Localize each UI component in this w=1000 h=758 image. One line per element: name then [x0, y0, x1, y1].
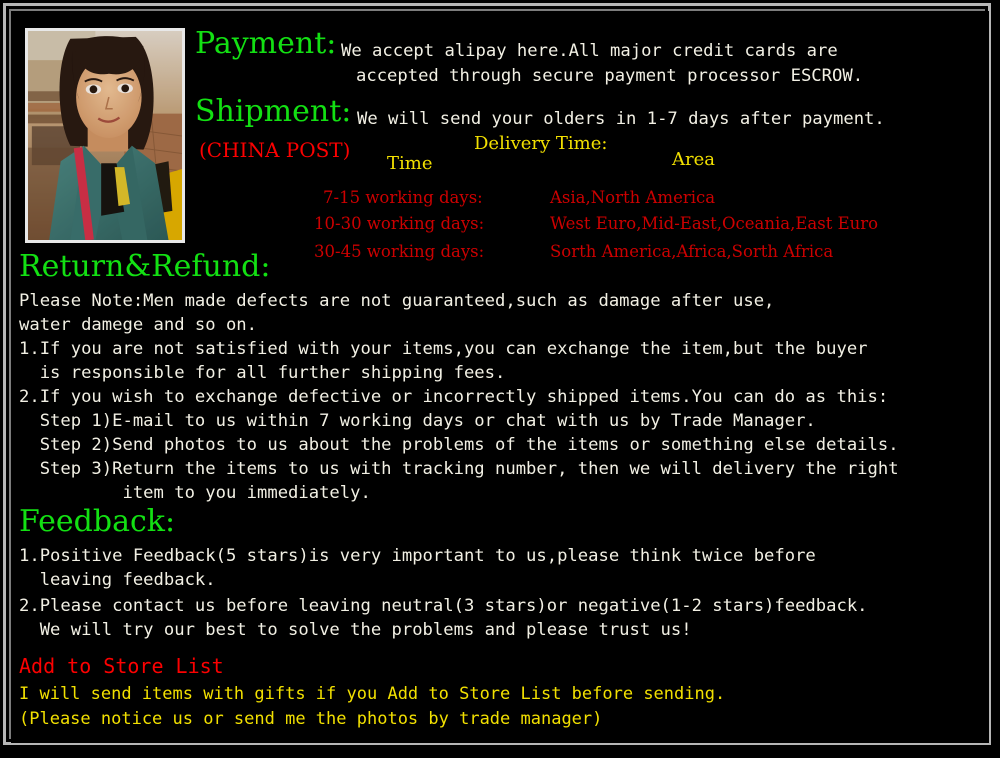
return-step-2: Step 2)Send photos to us about the probl…	[19, 435, 899, 455]
feedback-item-2-line-1: 2.Please contact us before leaving neutr…	[19, 596, 868, 616]
shipment-line-1: We will send your olders in 1-7 days aft…	[357, 109, 885, 129]
return-step-3: Step 3)Return the items to us with track…	[19, 459, 899, 479]
payment-heading: Payment:	[195, 26, 337, 61]
store-list-heading: Add to Store List	[19, 654, 224, 678]
feedback-heading: Feedback:	[19, 504, 176, 539]
promo-banner-page: Payment: We accept alipay here.All major…	[0, 0, 1000, 758]
return-note-line-2: water damege and so on.	[19, 315, 257, 335]
feedback-item-1-line-1: 1.Positive Feedback(5 stars)is very impo…	[19, 546, 816, 566]
store-list-line-2: (Please notice us or send me the photos …	[19, 709, 603, 729]
seller-photo-image	[28, 31, 182, 240]
return-refund-heading: Return&Refund:	[19, 249, 271, 284]
payment-line-2: accepted through secure payment processo…	[356, 66, 864, 86]
shipment-carrier: (CHINA POST)	[199, 138, 351, 162]
return-item-1-line-1: 1.If you are not satisfied with your ite…	[19, 339, 868, 359]
return-note-line-1: Please Note:Men made defects are not gua…	[19, 291, 775, 311]
payment-line-1: We accept alipay here.All major credit c…	[341, 41, 838, 61]
seller-photo	[25, 28, 185, 243]
return-item-1-line-2: is responsible for all further shipping …	[19, 363, 506, 383]
delivery-row-2-time: 10-30 working days:	[314, 214, 485, 233]
feedback-item-2-line-2: We will try our best to solve the proble…	[19, 620, 692, 640]
delivery-col-area: Area	[672, 149, 715, 170]
delivery-row-3-area: Sorth America,Africa,Sorth Africa	[550, 242, 834, 261]
delivery-title: Delivery Time:	[474, 133, 608, 154]
delivery-col-time: Time	[387, 153, 433, 174]
shipment-heading: Shipment:	[195, 94, 352, 129]
delivery-row-2-area: West Euro,Mid-East,Oceania,East Euro	[550, 214, 879, 233]
delivery-row-1-time: 7-15 working days:	[323, 188, 483, 207]
content-area: Payment: We accept alipay here.All major…	[11, 11, 989, 743]
store-list-line-1: I will send items with gifts if you Add …	[19, 684, 726, 704]
return-step-1: Step 1)E-mail to us within 7 working day…	[19, 411, 816, 431]
feedback-item-1-line-2: leaving feedback.	[19, 570, 216, 590]
delivery-row-3-time: 30-45 working days:	[314, 242, 485, 261]
delivery-row-1-area: Asia,North America	[550, 188, 716, 207]
return-step-3-continued: item to you immediately.	[19, 483, 371, 503]
return-item-2-line-1: 2.If you wish to exchange defective or i…	[19, 387, 889, 407]
